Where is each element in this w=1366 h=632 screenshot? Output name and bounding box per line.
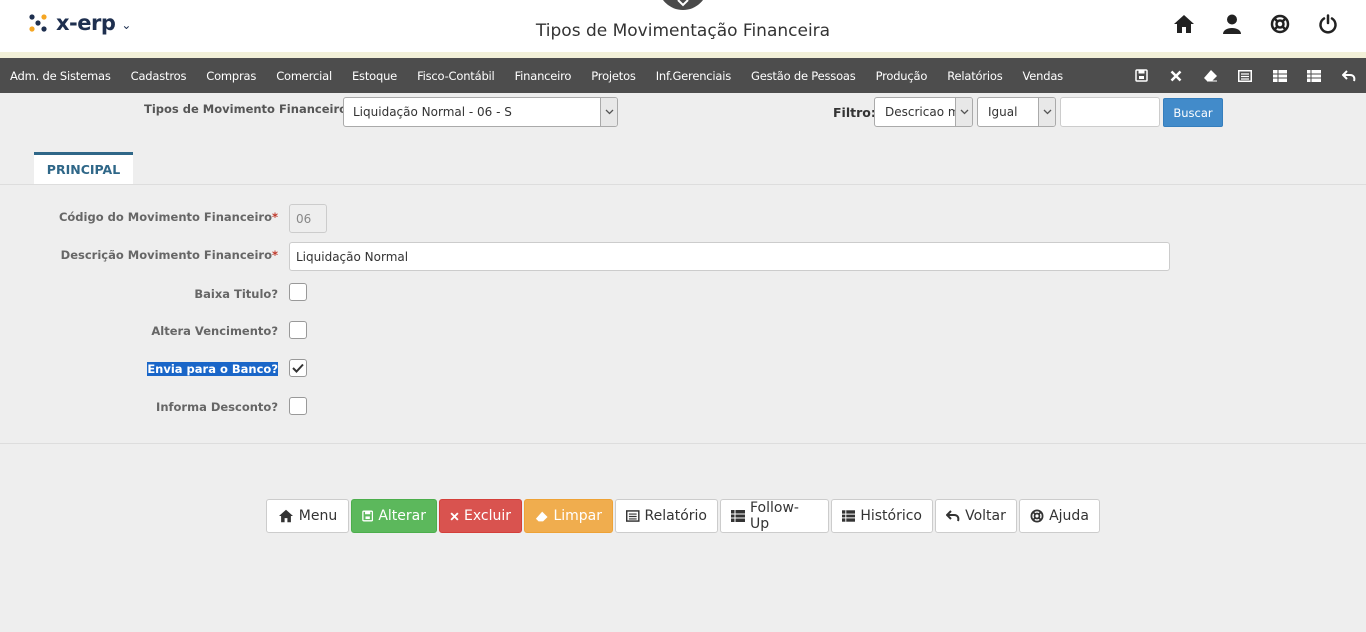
menu-item[interactable]: Relatórios bbox=[937, 69, 1012, 83]
menu-item[interactable]: Fisco-Contábil bbox=[407, 69, 505, 83]
chevron-down-icon[interactable] bbox=[600, 98, 617, 126]
codigo-label: Código do Movimento Financeiro* bbox=[58, 210, 278, 224]
descricao-field[interactable]: Liquidação Normal bbox=[289, 242, 1170, 271]
undo-icon bbox=[946, 510, 960, 522]
altera-vencimento-label: Altera Vencimento? bbox=[151, 324, 278, 338]
menu-item[interactable]: Compras bbox=[196, 69, 266, 83]
menu-item[interactable]: Vendas bbox=[1013, 69, 1073, 83]
menu-item[interactable]: Cadastros bbox=[121, 69, 197, 83]
search-button[interactable]: Buscar bbox=[1163, 98, 1223, 127]
record-selector-value: Liquidação Normal - 06 - S bbox=[353, 105, 512, 119]
table-list-icon bbox=[731, 510, 745, 522]
alterar-button[interactable]: Alterar bbox=[351, 499, 437, 533]
excluir-button[interactable]: Excluir bbox=[439, 499, 522, 533]
chevron-down-icon[interactable] bbox=[955, 98, 972, 126]
envia-banco-checkbox[interactable] bbox=[289, 359, 307, 377]
menu-item[interactable]: Produção bbox=[866, 69, 938, 83]
menu-item[interactable]: Inf.Gerenciais bbox=[646, 69, 741, 83]
report-icon[interactable] bbox=[1228, 58, 1263, 93]
menu-button[interactable]: Menu bbox=[266, 499, 349, 533]
baixa-titulo-checkbox[interactable] bbox=[289, 283, 307, 301]
menu-item[interactable]: Comercial bbox=[266, 69, 342, 83]
codigo-field[interactable]: 06 bbox=[289, 204, 327, 233]
close-icon[interactable] bbox=[1159, 58, 1194, 93]
descricao-label: Descrição Movimento Financeiro* bbox=[60, 248, 278, 262]
ajuda-button[interactable]: Ajuda bbox=[1019, 499, 1100, 533]
eraser-icon[interactable] bbox=[1194, 58, 1229, 93]
followup-button[interactable]: Follow-Up bbox=[720, 499, 829, 533]
menu-item[interactable]: Gestão de Pessoas bbox=[741, 69, 866, 83]
record-selector-label: Tipos de Movimento Financeiro bbox=[144, 102, 348, 116]
form-divider bbox=[0, 443, 1366, 444]
altera-vencimento-checkbox[interactable] bbox=[289, 321, 307, 339]
check-icon bbox=[292, 363, 304, 373]
informa-desconto-checkbox[interactable] bbox=[289, 397, 307, 415]
tab-principal[interactable]: PRINCIPAL bbox=[34, 152, 133, 184]
filter-label: Filtro: bbox=[833, 105, 876, 120]
table-icon[interactable] bbox=[1263, 58, 1298, 93]
filter-field-select[interactable]: Descricao mov bbox=[874, 97, 973, 127]
limpar-button[interactable]: Limpar bbox=[524, 499, 613, 533]
menu-item[interactable]: Financeiro bbox=[505, 69, 582, 83]
save-icon bbox=[362, 510, 374, 522]
menu-item[interactable]: Adm. de Sistemas bbox=[0, 69, 121, 83]
save-icon[interactable] bbox=[1125, 58, 1160, 93]
menu-item[interactable]: Estoque bbox=[342, 69, 407, 83]
record-selector[interactable]: Liquidação Normal - 06 - S bbox=[343, 97, 618, 127]
action-bar: Menu Alterar Excluir Limpar Relatório Fo… bbox=[266, 499, 1100, 533]
relatorio-button[interactable]: Relatório bbox=[615, 499, 718, 533]
main-menu-bar: Adm. de Sistemas Cadastros Compras Comercia… bbox=[0, 58, 1366, 93]
undo-icon[interactable] bbox=[1332, 58, 1366, 93]
app-header: x-erp ⌄ Tipos de Movimentação Financeira bbox=[0, 0, 1366, 52]
support-icon bbox=[1030, 509, 1044, 523]
collapse-handle[interactable] bbox=[658, 0, 708, 10]
voltar-button[interactable]: Voltar bbox=[935, 499, 1017, 533]
filter-operator-select[interactable]: Igual bbox=[977, 97, 1056, 127]
envia-banco-label: Envia para o Banco? bbox=[147, 362, 278, 376]
tab-divider bbox=[0, 184, 1366, 185]
report-icon bbox=[626, 510, 640, 522]
home-icon[interactable] bbox=[1172, 12, 1196, 36]
home-icon bbox=[278, 509, 293, 523]
filter-value-input[interactable] bbox=[1060, 97, 1160, 127]
baixa-titulo-label: Baixa Titulo? bbox=[194, 287, 278, 301]
eraser-icon bbox=[535, 511, 548, 521]
chevron-down-icon[interactable] bbox=[1038, 98, 1055, 126]
chevron-down-icon bbox=[677, 0, 689, 7]
informa-desconto-label: Informa Desconto? bbox=[156, 400, 278, 414]
filter-operator-value: Igual bbox=[988, 105, 1018, 119]
user-icon[interactable] bbox=[1220, 12, 1244, 36]
support-icon[interactable] bbox=[1268, 12, 1292, 36]
table-list-icon bbox=[842, 510, 856, 522]
menu-item[interactable]: Projetos bbox=[581, 69, 645, 83]
historico-button[interactable]: Histórico bbox=[831, 499, 933, 533]
close-icon bbox=[450, 511, 459, 521]
table-list-icon[interactable] bbox=[1297, 58, 1332, 93]
power-icon[interactable] bbox=[1316, 12, 1340, 36]
page-title: Tipos de Movimentação Financeira bbox=[535, 21, 831, 41]
